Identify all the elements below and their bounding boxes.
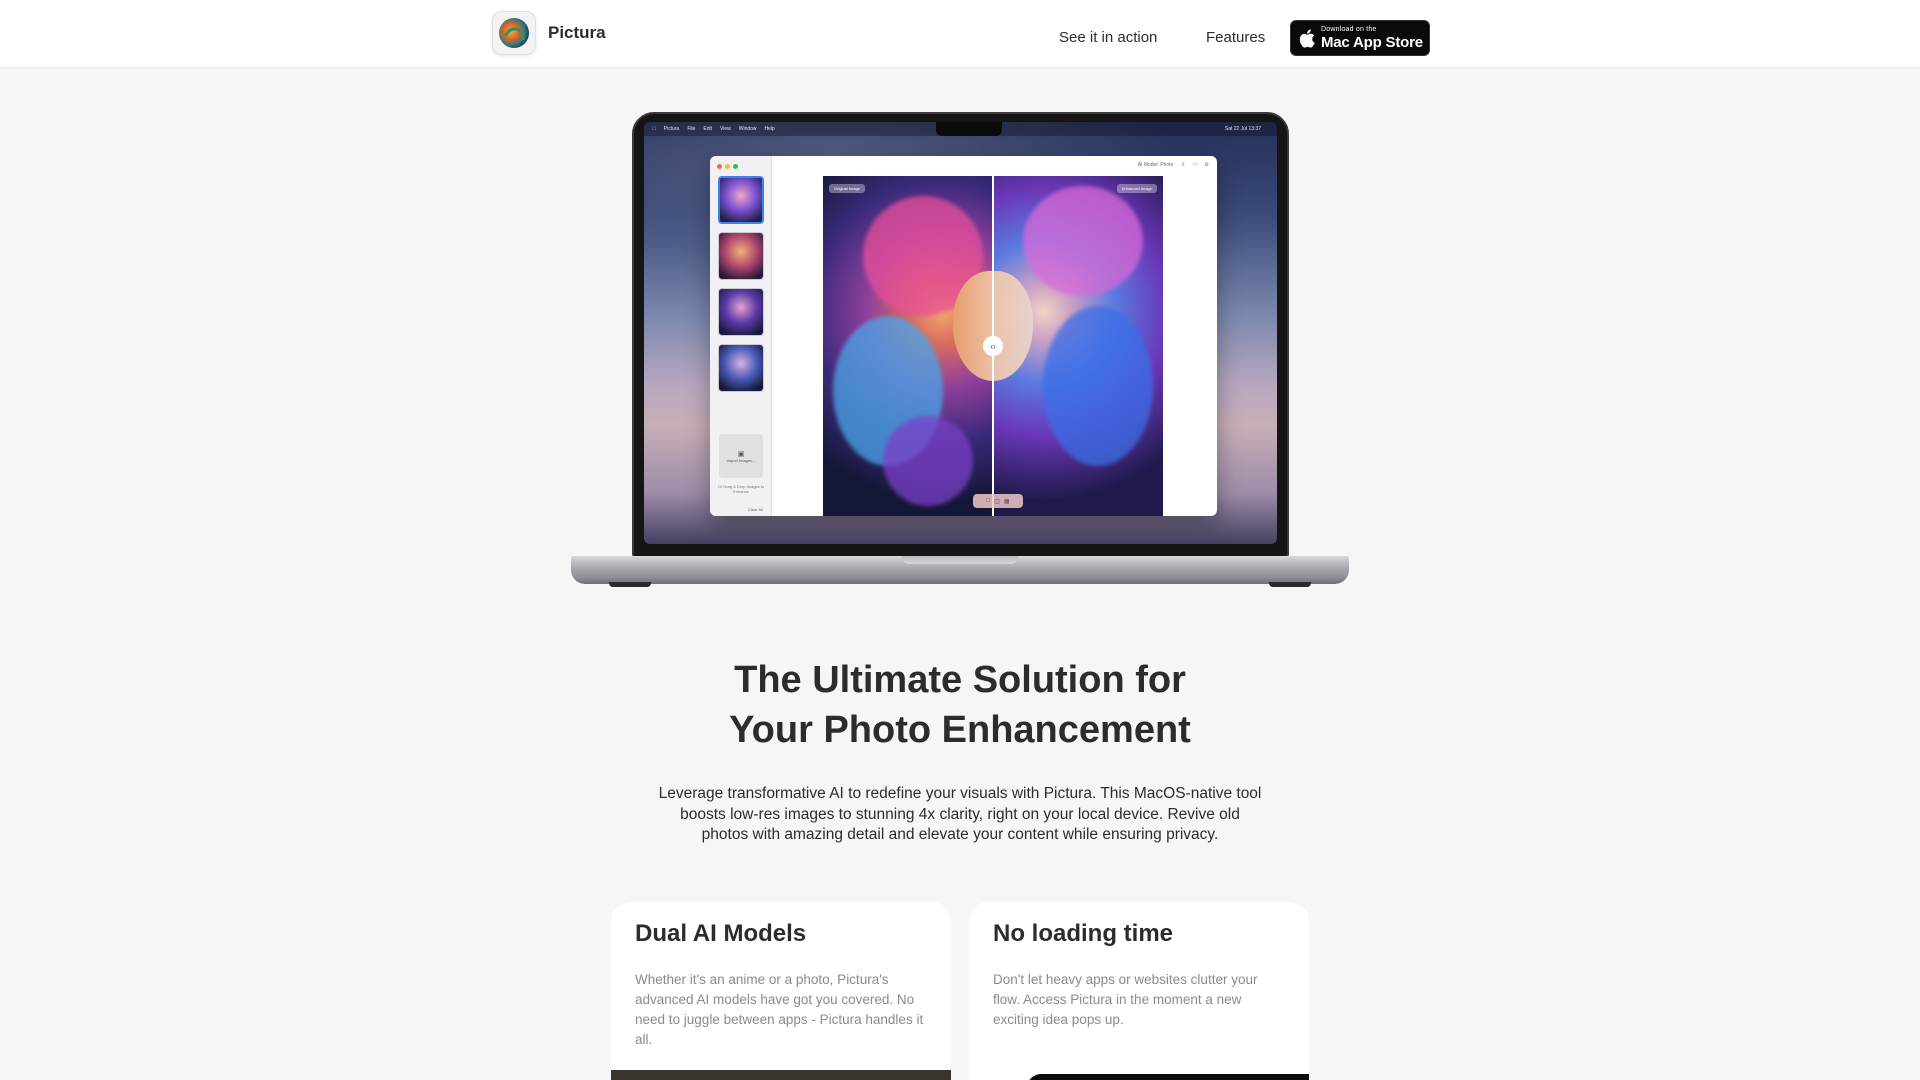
menubar-item: Help (760, 126, 775, 132)
before-tag: Original Image (829, 184, 866, 193)
brand-name: Pictura (548, 23, 606, 42)
close-dot-icon (717, 164, 722, 169)
drag-drop-note: Or Drag & Drop Images to Enhance (717, 484, 765, 495)
laptop-lip (901, 556, 1019, 564)
apple-icon (1299, 28, 1315, 48)
menubar-item: File (683, 126, 695, 132)
menubar-item: View (716, 126, 731, 132)
image-thumbnail (718, 288, 764, 336)
feature-preview-device (1027, 1074, 1309, 1080)
feature-text: Don't let heavy apps or websites clutter… (993, 972, 1258, 1027)
hair-swirl (1043, 306, 1153, 466)
brand[interactable]: Pictura (492, 11, 606, 55)
menubar-item: Pictura (660, 126, 680, 132)
settings-icon: ⚙ (1204, 162, 1209, 168)
image-thumbnail (718, 232, 764, 280)
pictura-logo-icon (492, 11, 536, 55)
hair-swirl (1023, 186, 1143, 296)
image-thumbnail (718, 176, 764, 224)
feature-title: No loading time (993, 920, 1173, 947)
window-controls (717, 164, 738, 169)
nav-see-it-in-action[interactable]: See it in action (1059, 29, 1157, 46)
feature-title: Dual AI Models (635, 920, 807, 947)
hero-title-line: The Ultimate Solution for (734, 659, 1186, 701)
image-thumbnail (718, 344, 764, 392)
app-store-big-label: Mac App Store (1321, 34, 1423, 51)
model-selector: AI Model: Photo (1137, 162, 1174, 168)
app-store-small-label: Download on the (1321, 26, 1377, 33)
menubar-item: Edit (699, 126, 712, 132)
share-icon: ⇧ (1181, 162, 1186, 168)
laptop-lid:  Pictura File Edit View Window Help Sat… (632, 112, 1289, 558)
menubar-item: Window (735, 126, 757, 132)
zoom-dot-icon (733, 164, 738, 169)
after-tag: Enhanced Image (1116, 184, 1157, 193)
before-after-compare: Original Image Enhanced Image ‹› □ ◫ ▦ (823, 176, 1163, 516)
feature-card-dual-ai-models: Dual AI Models Whether it's an anime or … (611, 902, 951, 1080)
view-mode-switcher: □ ◫ ▦ (973, 494, 1023, 508)
import-label: Import Images... (726, 457, 756, 463)
laptop-foot (1269, 582, 1311, 587)
hero-title: The Ultimate Solution for Your Photo Enh… (560, 655, 1360, 755)
single-view-icon: □ (986, 498, 991, 504)
split-view-icon: ◫ (994, 498, 1000, 505)
clear-all-label: Clear All (748, 507, 763, 512)
laptop-base (571, 556, 1349, 584)
site-header: Pictura See it in action Features Downlo… (0, 0, 1920, 68)
feature-text: Whether it's an anime or a photo, Pictur… (635, 972, 924, 1047)
apple-menu-icon:  (652, 126, 656, 132)
hero-title-line: Your Photo Enhancement (729, 709, 1191, 751)
feature-preview-image (611, 1070, 951, 1080)
photo-icon: ▣ (737, 450, 745, 458)
nav-features[interactable]: Features (1206, 29, 1265, 46)
hero-description: Leverage transformative AI to redefine y… (658, 785, 1262, 843)
laptop-foot (609, 582, 651, 587)
camera-notch (936, 122, 1002, 136)
laptop-screen:  Pictura File Edit View Window Help Sat… (644, 122, 1277, 544)
feature-card-no-loading-time: No loading time Don't let heavy apps or … (969, 902, 1309, 1080)
mac-app-store-button[interactable]: Download on the Mac App Store (1290, 20, 1430, 56)
hair-swirl (883, 416, 973, 506)
menubar-clock: Sat 22 Jul 13:37 (1224, 126, 1261, 132)
app-sidebar: ▣ Import Images... Or Drag & Drop Images… (710, 156, 772, 516)
pictura-app-window: ▣ Import Images... Or Drag & Drop Images… (710, 156, 1217, 516)
macbook-mockup:  Pictura File Edit View Window Help Sat… (571, 110, 1349, 590)
app-toolbar: AI Model: Photo ⇧ □ ⚙ (1138, 162, 1209, 168)
save-icon: □ (1193, 162, 1197, 168)
compare-handle-icon: ‹› (983, 336, 1003, 356)
grid-view-icon: ▦ (1003, 498, 1010, 505)
import-images-button: ▣ Import Images... (719, 434, 763, 478)
minimize-dot-icon (725, 164, 730, 169)
